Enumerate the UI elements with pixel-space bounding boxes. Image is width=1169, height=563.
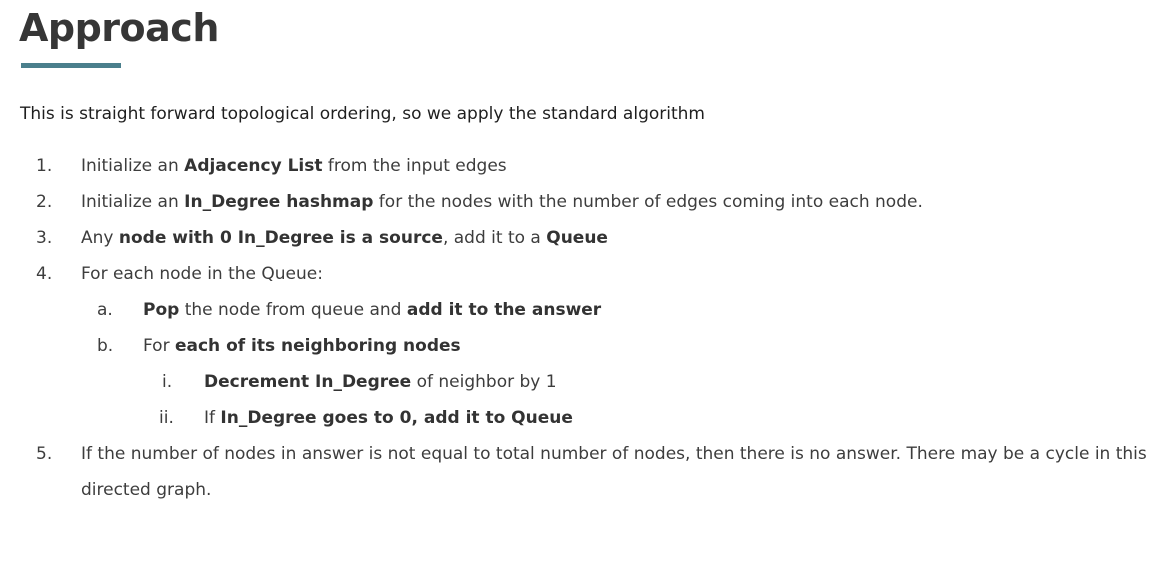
- step-2: Initialize an In_Degree hashmap for the …: [81, 184, 923, 220]
- step-4a-bold-b: add it to the answer: [406, 300, 602, 320]
- step-3-text-a: Any: [81, 228, 119, 248]
- step-3-bold-b: Queue: [546, 228, 608, 248]
- step-4-marker: 4.: [36, 264, 53, 284]
- step-5: If the number of nodes in answer is not …: [81, 436, 1156, 508]
- step-5-text-a: If the number of nodes in answer is not …: [81, 444, 1147, 500]
- step-4b-ii-bold-a: In_Degree goes to 0, add it to Queue: [220, 408, 573, 428]
- step-2-marker: 2.: [36, 192, 53, 212]
- step-2-text-a: Initialize an: [81, 192, 185, 212]
- step-1-text-b: from the input edges: [322, 156, 507, 176]
- step-4a-bold-a: Pop: [143, 300, 180, 320]
- step-4b-i: Decrement In_Degree of neighbor by 1: [204, 364, 557, 400]
- title-underline: [21, 63, 121, 68]
- step-1: Initialize an Adjacency List from the in…: [81, 148, 507, 184]
- step-2-text-b: for the nodes with the number of edges c…: [373, 192, 923, 212]
- step-4b-i-bold-a: Decrement In_Degree: [204, 372, 412, 392]
- step-4b-text-a: For: [143, 336, 175, 356]
- step-4a: Pop the node from queue and add it to th…: [143, 292, 601, 328]
- step-4b-i-text-a: of neighbor by 1: [411, 372, 557, 392]
- step-4b: For each of its neighboring nodes: [143, 328, 461, 364]
- step-4a-marker: a.: [97, 300, 113, 320]
- step-4b-marker: b.: [97, 336, 114, 356]
- step-3: Any node with 0 In_Degree is a source, a…: [81, 220, 608, 256]
- step-4b-ii: If In_Degree goes to 0, add it to Queue: [204, 400, 573, 436]
- step-2-bold-a: In_Degree hashmap: [184, 192, 374, 212]
- step-1-text-a: Initialize an: [81, 156, 185, 176]
- step-1-marker: 1.: [36, 156, 53, 176]
- intro-text: This is straight forward topological ord…: [20, 104, 705, 124]
- step-4: For each node in the Queue:: [81, 256, 323, 292]
- page-title: Approach: [19, 6, 219, 50]
- step-4-text-a: For each node in the Queue:: [81, 264, 323, 284]
- step-4b-ii-marker: ii.: [159, 408, 174, 428]
- step-4b-ii-text-a: If: [204, 408, 221, 428]
- step-3-marker: 3.: [36, 228, 53, 248]
- step-3-bold-a: node with 0 In_Degree is a source: [118, 228, 443, 248]
- step-4b-i-marker: i.: [162, 372, 173, 392]
- step-3-text-b: , add it to a: [442, 228, 547, 248]
- step-5-marker: 5.: [36, 444, 53, 464]
- step-4a-text-a: the node from queue and: [179, 300, 407, 320]
- step-1-bold-a: Adjacency List: [184, 156, 323, 176]
- step-4b-bold-a: each of its neighboring nodes: [174, 336, 461, 356]
